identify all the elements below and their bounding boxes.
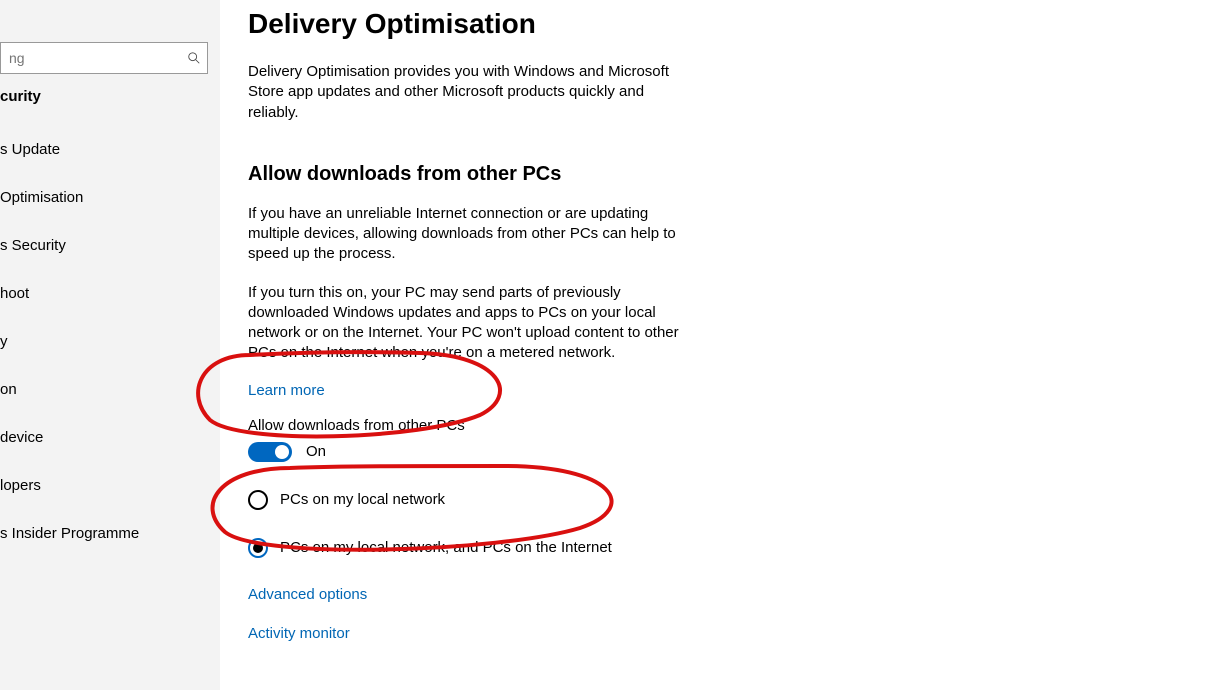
page-title: Delivery Optimisation [248,8,1205,40]
sidebar-item-recovery[interactable]: y [0,317,220,365]
content-area: Delivery Optimisation Delivery Optimisat… [220,0,1205,690]
intro-text: Delivery Optimisation provides you with … [248,62,688,123]
sidebar-item-label: hoot [0,285,29,302]
sidebar-item-label: Optimisation [0,189,83,206]
sidebar-item-activation[interactable]: on [0,365,220,413]
sidebar-item-label: s Update [0,141,60,158]
section-paragraph-1: If you have an unreliable Internet conne… [248,204,688,265]
toggle-caption: Allow downloads from other PCs [248,417,1205,434]
sidebar-item-label: s Insider Programme [0,525,139,542]
section-paragraph-2: If you turn this on, your PC may send pa… [248,283,688,364]
toggle-thumb [275,445,289,459]
radio-local-network[interactable]: PCs on my local network [248,490,1205,510]
sidebar-item-delivery-optimisation[interactable]: Optimisation [0,173,220,221]
activity-monitor-link[interactable]: Activity monitor [248,625,1205,642]
section-heading: Allow downloads from other PCs [248,163,1205,186]
radio-local-and-internet[interactable]: PCs on my local network, and PCs on the … [248,538,1205,558]
sidebar-item-label: on [0,381,17,398]
sidebar-item-label: device [0,429,43,446]
search-input[interactable] [7,49,187,67]
sidebar-item-find-my-device[interactable]: device [0,413,220,461]
radio-label: PCs on my local network [280,491,445,508]
learn-more-link[interactable]: Learn more [248,382,325,399]
sidebar-item-label: y [0,333,8,350]
radio-label: PCs on my local network, and PCs on the … [280,539,612,556]
advanced-options-link[interactable]: Advanced options [248,586,1205,603]
sidebar-item-for-developers[interactable]: lopers [0,461,220,509]
sidebar-item-label: s Security [0,237,66,254]
search-icon [187,51,201,65]
sidebar: curity s Update Optimisation s Security … [0,0,220,690]
sidebar-item-windows-security[interactable]: s Security [0,221,220,269]
sidebar-item-insider-programme[interactable]: s Insider Programme [0,509,220,557]
sidebar-item-label: lopers [0,477,41,494]
search-input-wrapper[interactable] [0,42,208,74]
radio-icon [248,490,268,510]
toggle-state-label: On [306,443,326,460]
allow-downloads-toggle[interactable] [248,442,292,462]
sidebar-heading: curity [0,88,220,105]
sidebar-item-windows-update[interactable]: s Update [0,125,220,173]
radio-icon [248,538,268,558]
sidebar-item-troubleshoot[interactable]: hoot [0,269,220,317]
